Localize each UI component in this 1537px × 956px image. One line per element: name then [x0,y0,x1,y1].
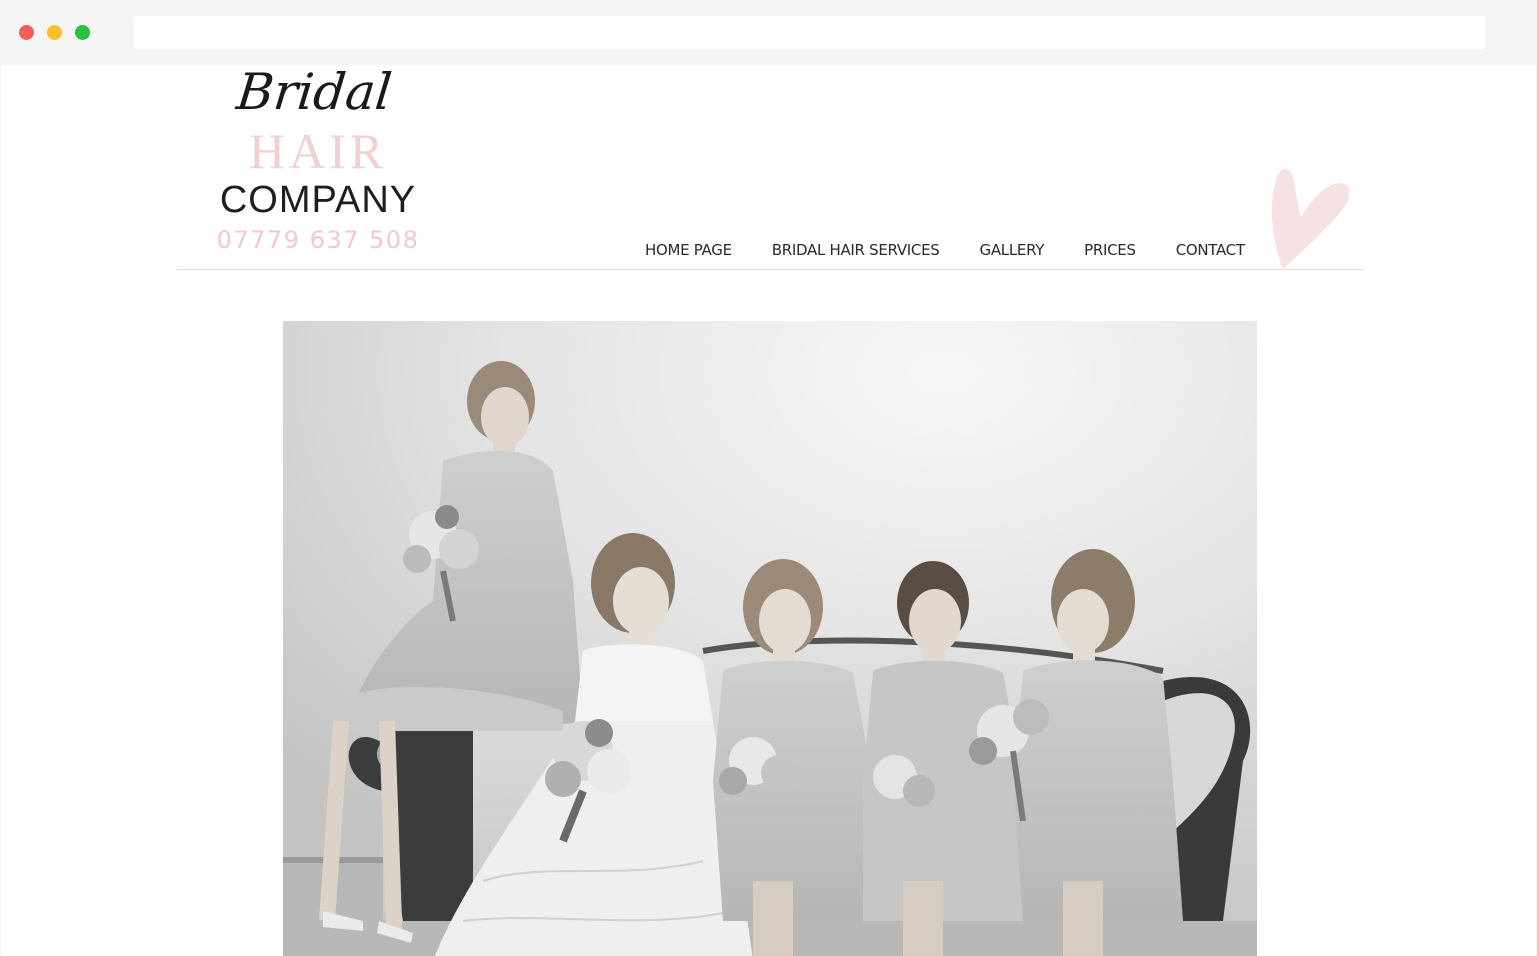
browser-chrome [0,0,1537,65]
header-divider [177,269,1364,270]
address-bar[interactable] [134,16,1485,49]
web-page: Bridal HAIR COMPANY 07779 637 508 HOME P… [1,65,1536,956]
main-nav: HOME PAGE BRIDAL HAIR SERVICES GALLERY P… [625,239,1265,261]
minimize-window-button[interactable] [47,25,62,40]
site-logo[interactable]: Bridal HAIR COMPANY 07779 637 508 [207,65,435,260]
logo-script-word: Bridal [233,65,395,121]
logo-hair-word: HAIR [248,123,388,179]
logo-phone-number: 07779 637 508 [216,226,420,254]
close-window-button[interactable] [19,25,34,40]
maximize-window-button[interactable] [75,25,90,40]
logo-company-word: COMPANY [219,179,417,221]
heart-icon [1271,168,1350,269]
nav-item-prices[interactable]: PRICES [1064,239,1156,261]
nav-item-home[interactable]: HOME PAGE [625,239,752,261]
hero-photo [283,321,1257,956]
nav-item-bridal-hair-services[interactable]: BRIDAL HAIR SERVICES [752,239,960,261]
nav-item-gallery[interactable]: GALLERY [960,239,1065,261]
nav-item-contact[interactable]: CONTACT [1156,239,1265,261]
